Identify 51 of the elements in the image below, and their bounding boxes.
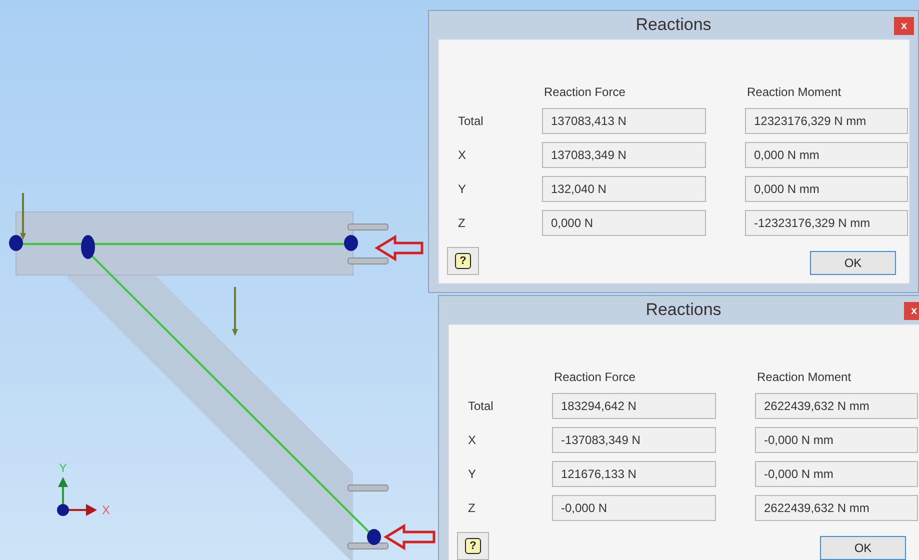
- axis-label: X: [102, 503, 110, 517]
- force-field[interactable]: 0,000 N: [542, 210, 706, 236]
- force-field[interactable]: 121676,133 N: [552, 461, 716, 487]
- row-label: Total: [468, 399, 494, 413]
- ok-button[interactable]: OK: [810, 251, 896, 275]
- axis-label: Y: [59, 461, 67, 475]
- dialog-title: Reactions: [646, 300, 722, 320]
- node-marker: [9, 235, 23, 251]
- load-arrow: [20, 193, 26, 240]
- close-button[interactable]: x: [894, 17, 914, 35]
- force-field[interactable]: 137083,413 N: [542, 108, 706, 134]
- node-marker: [344, 235, 358, 251]
- row-label: Z: [468, 501, 476, 515]
- row-label: Total: [458, 114, 484, 128]
- help-button[interactable]: ?: [457, 532, 489, 560]
- column-header: Reaction Moment: [756, 370, 852, 384]
- moment-field[interactable]: 2622439,632 N mm: [755, 495, 918, 521]
- force-field[interactable]: 137083,349 N: [542, 142, 706, 168]
- help-button[interactable]: ?: [447, 247, 479, 275]
- moment-field[interactable]: -0,000 N mm: [755, 461, 918, 487]
- node-marker: [81, 235, 95, 259]
- dialog-title: Reactions: [636, 15, 712, 35]
- bolt: [348, 224, 388, 230]
- row-label: Y: [468, 467, 478, 481]
- reaction-arrow: [374, 234, 424, 262]
- moment-field[interactable]: -0,000 N mm: [755, 427, 918, 453]
- row-label: Z: [458, 216, 466, 230]
- row-label: Y: [458, 182, 468, 196]
- axis-triad: [57, 477, 97, 516]
- column-header: Reaction Force: [553, 370, 636, 384]
- node-marker: [367, 529, 381, 545]
- row-label: X: [468, 433, 478, 447]
- moment-field[interactable]: 0,000 N mm: [745, 176, 908, 202]
- force-field[interactable]: 132,040 N: [542, 176, 706, 202]
- force-field[interactable]: 183294,642 N: [552, 393, 716, 419]
- force-field[interactable]: -137083,349 N: [552, 427, 716, 453]
- moment-field[interactable]: 2622439,632 N mm: [755, 393, 918, 419]
- column-header: Reaction Force: [543, 85, 626, 99]
- bolt: [348, 258, 388, 264]
- row-label: X: [458, 148, 468, 162]
- reaction-arrow: [384, 524, 436, 550]
- moment-field[interactable]: -12323176,329 N mm: [745, 210, 908, 236]
- moment-field[interactable]: 12323176,329 N mm: [745, 108, 908, 134]
- force-field[interactable]: -0,000 N: [552, 495, 716, 521]
- column-header: Reaction Moment: [746, 85, 842, 99]
- load-arrow: [232, 287, 238, 336]
- bolt: [348, 542, 388, 550]
- bolt: [348, 484, 388, 492]
- close-button[interactable]: x: [904, 302, 919, 320]
- ok-button[interactable]: OK: [820, 536, 906, 560]
- moment-field[interactable]: 0,000 N mm: [745, 142, 908, 168]
